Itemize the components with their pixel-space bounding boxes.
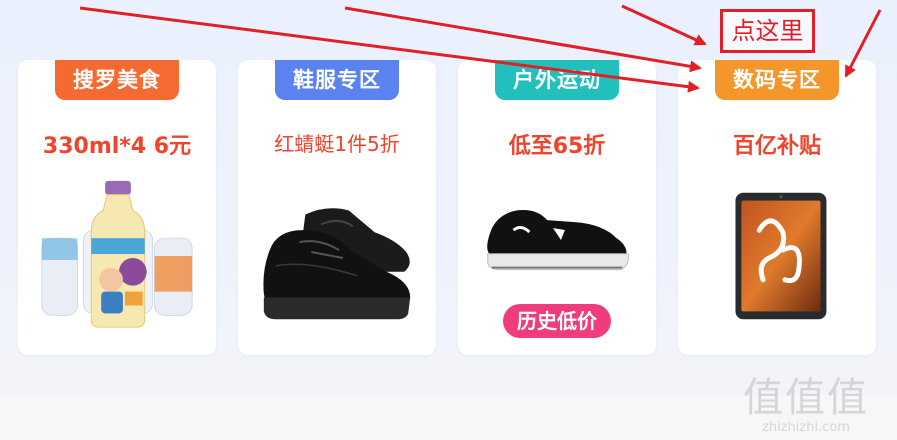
category-card-digital[interactable]: 数码专区 百亿补贴 — [678, 60, 876, 355]
category-cards: 搜罗美食 330ml*4 6元 鞋服专区 红蜻蜓1件5折 户外运动 低至65折 … — [18, 60, 876, 355]
category-subtitle-digital: 百亿补贴 — [732, 134, 821, 159]
category-card-apparel[interactable]: 鞋服专区 红蜻蜓1件5折 — [238, 60, 436, 355]
leather-shoe-icon — [248, 180, 426, 330]
category-tag-apparel[interactable]: 鞋服专区 — [275, 60, 399, 100]
category-subtitle-food: 330ml*4 6元 — [42, 134, 192, 159]
milk-drink-bottles-icon — [28, 180, 206, 330]
category-card-food[interactable]: 搜罗美食 330ml*4 6元 — [18, 60, 216, 355]
tablet-icon — [688, 180, 866, 330]
sports-sneaker-icon — [468, 180, 646, 290]
watermark-logo: 值值值 — [743, 375, 869, 421]
category-subtitle-apparel: 红蜻蜓1件5折 — [274, 132, 400, 156]
category-tag-food[interactable]: 搜罗美食 — [55, 60, 179, 100]
watermark: 值值值 zhizhizhi.com — [731, 376, 881, 436]
history-low-price-badge: 历史低价 — [503, 304, 611, 338]
category-card-outdoor[interactable]: 户外运动 低至65折 历史低价 — [458, 60, 656, 355]
watermark-url: zhizhizhi.com — [762, 420, 850, 435]
category-subtitle-outdoor: 低至65折 — [508, 134, 606, 159]
category-tag-digital[interactable]: 数码专区 — [715, 60, 839, 100]
click-here-annotation: 点这里 — [720, 9, 815, 53]
category-tag-outdoor[interactable]: 户外运动 — [495, 60, 619, 100]
